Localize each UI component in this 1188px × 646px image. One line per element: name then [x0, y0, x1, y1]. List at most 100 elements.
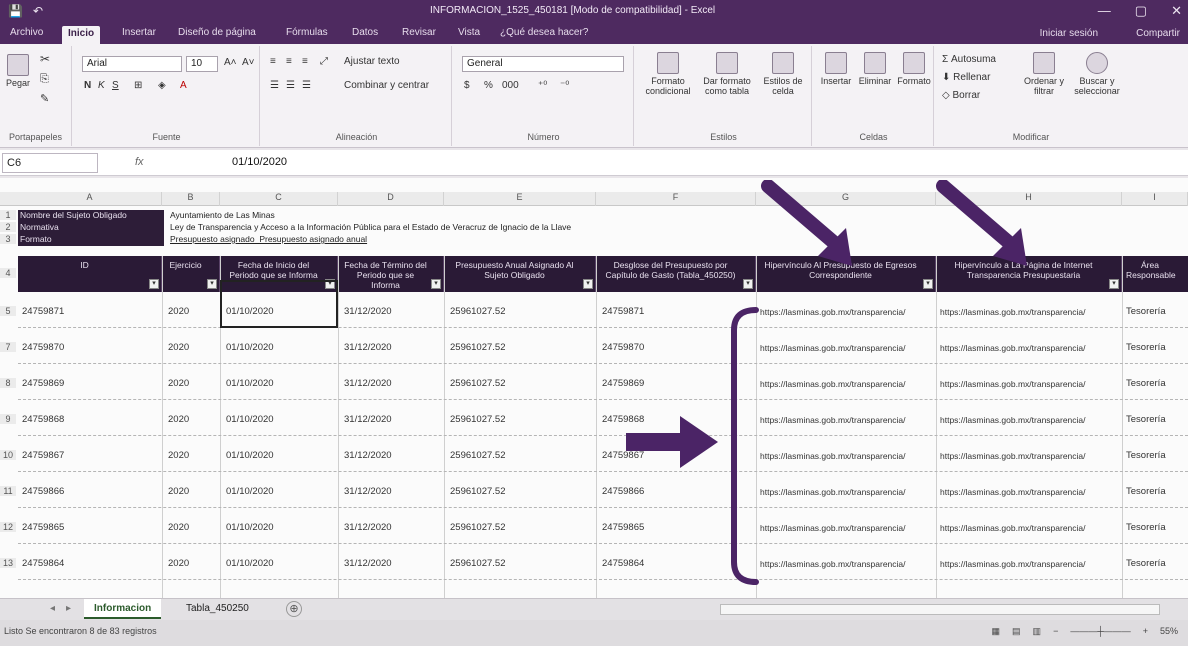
wrap-text-button[interactable]: Ajustar texto — [344, 56, 400, 67]
cell-fecha-inicio[interactable]: 01/10/2020 — [226, 378, 274, 389]
cell-presupuesto[interactable]: 25961027.52 — [450, 378, 505, 389]
cell-hipervinculo-transparencia[interactable]: https://lasminas.gob.mx/transparencia/ — [940, 523, 1120, 533]
cell-hipervinculo-egresos[interactable]: https://lasminas.gob.mx/transparencia/ — [760, 415, 934, 425]
cell-ejercicio[interactable]: 2020 — [168, 450, 189, 461]
cell-ejercicio[interactable]: 2020 — [168, 306, 189, 317]
cell-fecha-termino[interactable]: 31/12/2020 — [344, 522, 392, 533]
cell-ejercicio[interactable]: 2020 — [168, 486, 189, 497]
number-format-dropdown[interactable]: General — [462, 56, 624, 72]
selected-cell[interactable] — [220, 280, 338, 328]
tell-me-search[interactable]: ¿Qué desea hacer? — [500, 27, 588, 38]
cell-id[interactable]: 24759865 — [22, 522, 64, 533]
cell-hipervinculo-egresos[interactable]: https://lasminas.gob.mx/transparencia/ — [760, 451, 934, 461]
formula-input[interactable]: 01/10/2020 — [232, 156, 287, 168]
format-cells-button[interactable]: Formato — [896, 52, 932, 86]
cell-presupuesto[interactable]: 25961027.52 — [450, 486, 505, 497]
bold-button[interactable]: N — [84, 80, 91, 91]
font-size-dropdown[interactable]: 10 — [186, 56, 218, 72]
filter-dropdown-icon[interactable]: ▾ — [583, 279, 593, 289]
cell-hipervinculo-transparencia[interactable]: https://lasminas.gob.mx/transparencia/ — [940, 487, 1120, 497]
cell-hipervinculo-transparencia[interactable]: https://lasminas.gob.mx/transparencia/ — [940, 451, 1120, 461]
sheet-tab-informacion[interactable]: Informacion — [84, 599, 162, 619]
cell-fecha-inicio[interactable]: 01/10/2020 — [226, 522, 274, 533]
row-number[interactable]: 2 — [0, 222, 16, 232]
format-as-table-button[interactable]: Dar formato como tabla — [698, 52, 756, 96]
minimize-icon[interactable]: — — [1098, 3, 1111, 19]
cell-desglose[interactable]: 24759864 — [602, 558, 644, 569]
cell-hipervinculo-egresos[interactable]: https://lasminas.gob.mx/transparencia/ — [760, 487, 934, 497]
row-number[interactable]: 3 — [0, 234, 16, 244]
find-select-button[interactable]: Buscar y seleccionar — [1070, 52, 1124, 96]
filter-dropdown-icon[interactable]: ▾ — [149, 279, 159, 289]
align-middle-icon[interactable]: ≡ — [286, 56, 292, 67]
sign-in-link[interactable]: Iniciar sesión — [1040, 28, 1098, 39]
column-header-i[interactable]: I — [1122, 192, 1188, 206]
row-number[interactable]: 10 — [0, 450, 16, 460]
filter-dropdown-icon[interactable]: ▾ — [923, 279, 933, 289]
normal-view-icon[interactable]: ▦ — [992, 626, 1001, 637]
tab-revisar[interactable]: Revisar — [402, 27, 436, 38]
currency-button[interactable]: $ — [464, 80, 470, 91]
sheet-tab-tabla[interactable]: Tabla_450250 — [176, 599, 259, 619]
copy-icon[interactable]: ⎘ — [40, 74, 49, 85]
sort-filter-button[interactable]: Ordenar y filtrar — [1020, 52, 1068, 96]
cell-area[interactable]: Tesorería — [1126, 486, 1186, 497]
filter-dropdown-icon[interactable]: ▾ — [1109, 279, 1119, 289]
cell-presupuesto[interactable]: 25961027.52 — [450, 558, 505, 569]
align-left-icon[interactable]: ☰ — [270, 80, 279, 91]
cell-desglose[interactable]: 24759865 — [602, 522, 644, 533]
cell-fecha-termino[interactable]: 31/12/2020 — [344, 558, 392, 569]
cell-desglose[interactable]: 24759869 — [602, 378, 644, 389]
column-header-d[interactable]: D — [338, 192, 444, 206]
share-button[interactable]: Compartir — [1136, 28, 1180, 39]
name-box[interactable]: C6 — [2, 153, 98, 173]
table-row[interactable]: 24759870 2020 01/10/2020 31/12/2020 2596… — [18, 328, 1188, 364]
page-break-icon[interactable]: ▥ — [1033, 626, 1042, 637]
save-icon[interactable]: 💾 — [8, 4, 23, 18]
cell-styles-button[interactable]: Estilos de celda — [758, 52, 808, 96]
cell-desglose[interactable]: 24759866 — [602, 486, 644, 497]
table-row[interactable]: 24759866 2020 01/10/2020 31/12/2020 2596… — [18, 472, 1188, 508]
zoom-out-icon[interactable]: − — [1053, 626, 1058, 637]
thousands-button[interactable]: 000 — [502, 80, 519, 91]
cell-presupuesto[interactable]: 25961027.52 — [450, 414, 505, 425]
table-row[interactable]: 24759867 2020 01/10/2020 31/12/2020 2596… — [18, 436, 1188, 472]
zoom-level[interactable]: 55% — [1160, 626, 1178, 637]
cell-id[interactable]: 24759870 — [22, 342, 64, 353]
tab-vista[interactable]: Vista — [458, 27, 480, 38]
cell-area[interactable]: Tesorería — [1126, 342, 1186, 353]
sheet-nav-next-icon[interactable]: ▸ — [56, 599, 81, 619]
cell-presupuesto[interactable]: 25961027.52 — [450, 342, 505, 353]
decrease-decimal-icon[interactable]: ⁻⁰ — [560, 80, 569, 91]
cut-icon[interactable]: ✂ — [40, 53, 50, 65]
cell-hipervinculo-transparencia[interactable]: https://lasminas.gob.mx/transparencia/ — [940, 415, 1120, 425]
row-number[interactable]: 5 — [0, 306, 16, 316]
cell-id[interactable]: 24759864 — [22, 558, 64, 569]
cell-area[interactable]: Tesorería — [1126, 558, 1186, 569]
row-number[interactable]: 9 — [0, 414, 16, 424]
cell-fecha-inicio[interactable]: 01/10/2020 — [226, 414, 274, 425]
undo-icon[interactable]: ↶ — [33, 4, 43, 18]
cell-area[interactable]: Tesorería — [1126, 378, 1186, 389]
shrink-font-icon[interactable]: A˅ — [242, 57, 255, 68]
filter-dropdown-icon[interactable]: ▾ — [207, 279, 217, 289]
delete-cells-button[interactable]: Eliminar — [856, 52, 894, 86]
zoom-slider[interactable]: ———┼——— — [1070, 626, 1130, 637]
orientation-icon[interactable]: ⤢ — [320, 56, 328, 67]
filter-dropdown-icon[interactable]: ▾ — [743, 279, 753, 289]
paste-button[interactable]: Pegar — [6, 54, 30, 88]
close-icon[interactable]: ✕ — [1171, 3, 1182, 19]
cell-desglose[interactable]: 24759870 — [602, 342, 644, 353]
cell-fecha-inicio[interactable]: 01/10/2020 — [226, 450, 274, 461]
cell-ejercicio[interactable]: 2020 — [168, 342, 189, 353]
worksheet-grid[interactable]: A B C D E F G H I 1 Nombre del Sujeto Ob… — [0, 178, 1188, 598]
row-number[interactable]: 7 — [0, 342, 16, 352]
cell-hipervinculo-egresos[interactable]: https://lasminas.gob.mx/transparencia/ — [760, 379, 934, 389]
tab-datos[interactable]: Datos — [352, 27, 378, 38]
conditional-format-button[interactable]: Formato condicional — [640, 52, 696, 96]
fill-color-icon[interactable]: ◈ — [158, 80, 166, 91]
cell-presupuesto[interactable]: 25961027.52 — [450, 450, 505, 461]
tab-diseno-pagina[interactable]: Diseño de página — [178, 27, 256, 38]
restore-icon[interactable]: ▢ — [1135, 3, 1147, 19]
page-layout-icon[interactable]: ▤ — [1012, 626, 1021, 637]
